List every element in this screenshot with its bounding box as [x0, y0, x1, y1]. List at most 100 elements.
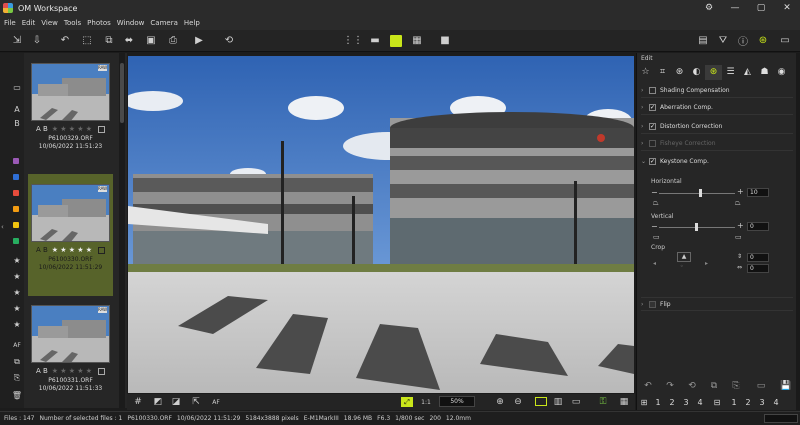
star-rating[interactable]: ★ ★ ★ ★ ★: [52, 246, 92, 254]
tone-tool-icon[interactable]: ◐: [688, 65, 705, 80]
histogram-view-icon[interactable]: ▭: [569, 395, 583, 409]
main-photo-view[interactable]: [128, 56, 634, 393]
redo-icon[interactable]: ↷: [659, 381, 681, 391]
resize-icon[interactable]: ⬌: [122, 33, 136, 48]
rating-icon[interactable]: ☆: [637, 65, 654, 80]
vertical-value-field[interactable]: 0: [747, 222, 769, 231]
adjust-sliders-icon[interactable]: ☰: [722, 65, 739, 80]
menu-window[interactable]: Window: [117, 19, 145, 27]
paste-settings-icon[interactable]: ⎘: [725, 381, 747, 391]
crop-value-field-2[interactable]: 0: [747, 264, 769, 273]
grid-view-icon[interactable]: ⋮⋮: [343, 33, 363, 48]
minimize-button[interactable]: —: [722, 0, 748, 16]
preset-4[interactable]: 4: [693, 398, 707, 407]
save-icon[interactable]: 💾: [775, 381, 797, 391]
menu-photos[interactable]: Photos: [87, 19, 111, 27]
menu-help[interactable]: Help: [184, 19, 200, 27]
grid-overlay-icon[interactable]: #: [131, 395, 145, 409]
preset-get-icon[interactable]: ⊟: [707, 398, 727, 407]
menu-tools[interactable]: Tools: [64, 19, 81, 27]
horizontal-slider[interactable]: [659, 193, 735, 194]
crop-up-arrow-icon[interactable]: ▲: [677, 252, 691, 262]
import-icon[interactable]: ⇲: [8, 33, 26, 48]
lock-icon[interactable]: ⚿: [597, 395, 609, 409]
edit-panel-icon[interactable]: ⊛: [756, 33, 770, 48]
flip-checkbox[interactable]: [649, 300, 656, 308]
thumbnail-item-selected[interactable]: RAW A B ★ ★ ★ ★ ★ P6100330.ORF 10/06/202…: [28, 174, 113, 296]
color-filter-purple[interactable]: [13, 158, 19, 164]
color-filter-red[interactable]: [13, 190, 19, 196]
undo-icon[interactable]: ↶: [637, 381, 659, 391]
filmstrip-view-icon[interactable]: ▬: [368, 33, 382, 48]
section-distortion[interactable]: › ✓ Distortion Correction: [641, 120, 793, 134]
distortion-checkbox[interactable]: ✓: [649, 123, 656, 130]
reset-icon[interactable]: ⟲: [681, 381, 703, 391]
vertical-slider-handle[interactable]: [695, 223, 698, 231]
compare-view-icon[interactable]: ▦: [410, 33, 424, 48]
horizontal-slider-handle[interactable]: [699, 189, 702, 197]
color-filter-green[interactable]: [13, 238, 19, 244]
af-filter[interactable]: AF: [10, 342, 24, 349]
rotate-left-icon[interactable]: ↶: [58, 33, 72, 48]
section-aberration[interactable]: › ✓ Aberration Comp.: [641, 101, 793, 115]
crop-right-arrow-icon[interactable]: ▸: [705, 260, 708, 267]
star-filter-3-icon[interactable]: ★: [10, 288, 24, 297]
sync-icon[interactable]: ⟲: [222, 33, 236, 48]
settings-icon[interactable]: ⚙: [696, 0, 722, 16]
section-keystone[interactable]: ⌄ ✓ Keystone Comp.: [641, 154, 793, 168]
color-filter-yellow[interactable]: [13, 222, 19, 228]
frame-view-icon[interactable]: [535, 397, 547, 406]
scrollbar-thumb[interactable]: [120, 63, 124, 123]
close-button[interactable]: ✕: [774, 0, 800, 16]
crop-icon[interactable]: ⬚: [80, 33, 94, 48]
menu-camera[interactable]: Camera: [150, 19, 177, 27]
thumbnail-scrollbar[interactable]: [119, 53, 125, 408]
color-tool-icon[interactable]: ⊛: [671, 65, 688, 80]
star-filter-1-icon[interactable]: ★: [10, 320, 24, 329]
select-checkbox[interactable]: [98, 246, 106, 254]
horizontal-minus-icon[interactable]: −: [651, 188, 658, 197]
zoom-in-icon[interactable]: ⊕: [493, 395, 507, 409]
maximize-button[interactable]: ▢: [748, 0, 774, 16]
copy-settings-icon[interactable]: ⧉: [703, 381, 725, 391]
crop-value-field-1[interactable]: 0: [747, 253, 769, 262]
split-view-icon[interactable]: ▥: [551, 395, 565, 409]
slideshow-play-icon[interactable]: ▶: [192, 33, 206, 48]
eye-icon[interactable]: ◉: [773, 65, 790, 80]
preset-b-1[interactable]: 1: [727, 398, 741, 407]
horizontal-value-field[interactable]: 10: [747, 188, 769, 197]
menu-view[interactable]: View: [41, 19, 58, 27]
preset-2[interactable]: 2: [665, 398, 679, 407]
preset-b-3[interactable]: 3: [755, 398, 769, 407]
horizontal-plus-icon[interactable]: +: [737, 187, 744, 196]
print-icon[interactable]: ⎙: [166, 33, 180, 48]
filter-a[interactable]: A: [10, 105, 24, 114]
preset-3[interactable]: 3: [679, 398, 693, 407]
shading-checkbox[interactable]: [649, 87, 656, 94]
info-icon[interactable]: ⓘ: [736, 33, 750, 48]
highlight-warning-icon[interactable]: ◩: [151, 395, 165, 409]
fullscreen-view-icon[interactable]: ■: [438, 33, 452, 48]
compare-icon[interactable]: ⧉: [102, 33, 116, 48]
color-filter-orange[interactable]: [13, 206, 19, 212]
art-filter-icon[interactable]: ◭: [739, 65, 756, 80]
star-filter-2-icon[interactable]: ★: [10, 304, 24, 313]
preset-1[interactable]: 1: [651, 398, 665, 407]
raw-filter-icon[interactable]: ▭: [10, 83, 24, 92]
delete-settings-icon[interactable]: ▭: [747, 381, 775, 391]
color-filter-blue[interactable]: [13, 174, 19, 180]
keystone-checkbox[interactable]: ✓: [649, 157, 656, 165]
select-checkbox[interactable]: [98, 367, 106, 375]
preset-set-icon[interactable]: ⊞: [637, 398, 651, 407]
aberration-checkbox[interactable]: ✓: [649, 104, 656, 111]
section-shading[interactable]: › Shading Compensation: [641, 84, 793, 98]
vertical-minus-icon[interactable]: −: [651, 222, 658, 231]
star-filter-5-icon[interactable]: ★: [10, 256, 24, 265]
star-rating[interactable]: ★ ★ ★ ★ ★: [52, 367, 92, 375]
thumbnail-item[interactable]: RAW A B ★ ★ ★ ★ ★ P6100329.ORF 10/06/202…: [28, 63, 113, 173]
person-icon[interactable]: ☗: [756, 65, 773, 80]
copy-icon[interactable]: ⧉: [10, 357, 24, 367]
paste-icon[interactable]: ⎘: [10, 373, 24, 383]
fit-to-window-icon[interactable]: ⤢: [401, 397, 413, 407]
zoom-out-icon[interactable]: ⊖: [511, 395, 525, 409]
